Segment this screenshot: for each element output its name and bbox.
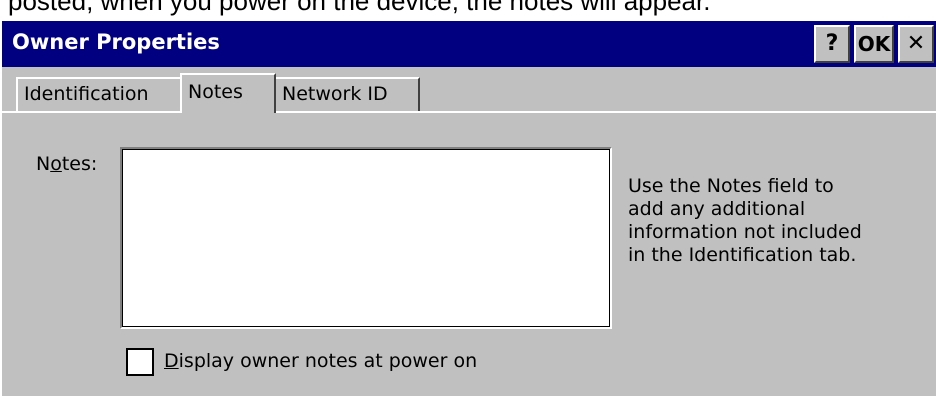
tab-network-id[interactable]: Network ID (274, 77, 420, 111)
notes-label-mnemonic: o (50, 153, 62, 175)
notes-label: Notes: (36, 153, 98, 175)
notes-tab-panel: Notes: Use the Notes field to add any ad… (2, 113, 936, 396)
display-notes-checkbox[interactable] (126, 348, 154, 376)
notes-textarea[interactable] (120, 147, 612, 329)
display-notes-checkbox-label[interactable]: Display owner notes at power on (164, 350, 477, 372)
close-icon: ✕ (906, 31, 926, 56)
document-caption-text: posted, when you power on the device, th… (8, 0, 711, 16)
screen: posted, when you power on the device, th… (0, 0, 936, 396)
window-title: Owner Properties (12, 30, 220, 54)
notes-help-text: Use the Notes field to add any additiona… (628, 175, 928, 267)
question-mark-icon: ? (825, 31, 839, 56)
help-line: in the Identification tab. (628, 244, 857, 266)
help-line: Use the Notes field to (628, 175, 834, 197)
tab-strip: Identification Network ID Notes (2, 73, 936, 113)
help-line: add any additional (628, 198, 806, 220)
owner-properties-dialog: Owner Properties ? OK ✕ Identification N… (0, 19, 936, 396)
title-bar: Owner Properties ? OK ✕ (2, 21, 936, 67)
help-line: information not included (628, 221, 862, 243)
ok-button[interactable]: OK (854, 25, 894, 63)
tab-identification[interactable]: Identification (16, 77, 182, 111)
tab-notes[interactable]: Notes (180, 73, 276, 113)
help-button[interactable]: ? (814, 25, 850, 63)
checkbox-label-mnemonic: D (164, 350, 179, 372)
close-button[interactable]: ✕ (898, 25, 934, 63)
